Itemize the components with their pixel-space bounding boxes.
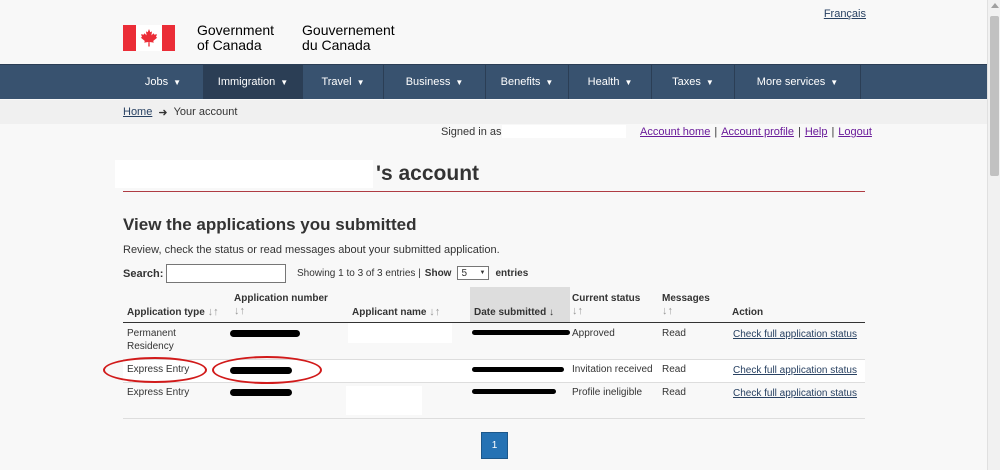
language-toggle-link[interactable]: Français [824,8,866,20]
chevron-down-icon: ▼ [173,77,182,87]
page-size-select[interactable]: 5 ▼ [457,266,490,280]
cell-messages: Read [662,387,686,398]
cell-messages: Read [662,364,686,375]
breadcrumb-current: Your account [173,106,238,118]
check-status-link[interactable]: Check full application status [733,365,857,376]
cell-action: Check full application status [733,328,857,341]
redacted-applicant-name [348,323,452,343]
main-menu: Jobs ▼ Immigration ▼ Travel ▼ Business ▼ Ben… [0,64,987,99]
redacted-account-name [115,160,373,188]
cell-messages: Read [662,328,686,339]
redacted-date [472,367,564,372]
section-description: Review, check the status or read message… [123,244,500,256]
signed-in-label: Signed in as [441,126,502,138]
vertical-scrollbar[interactable] [987,0,1000,470]
redacted-username [502,125,626,138]
chevron-down-icon: ▼ [356,77,365,87]
annotation-oval-type [103,357,207,383]
col-header-messages[interactable]: Messages ↓↑ [662,292,710,318]
entries-label: entries [495,267,529,279]
menu-item-benefits[interactable]: Benefits ▼ [486,65,569,99]
menu-item-health[interactable]: Health ▼ [569,65,652,99]
account-profile-link[interactable]: Account profile [721,126,794,138]
page-title: 's account [376,162,480,185]
cell-status: Invitation received [572,364,653,375]
redacted-application-number [230,330,300,337]
entries-count-text: Showing 1 to 3 of 3 entries | [297,267,421,279]
wordmark-french: Gouvernement du Canada [302,22,395,53]
chevron-down-icon: ▼ [545,77,554,87]
check-status-link[interactable]: Check full application status [733,329,857,340]
chevron-down-icon: ▼ [479,270,486,276]
pagination-page-1[interactable]: 1 [481,432,508,459]
help-link[interactable]: Help [805,126,828,138]
cell-application-type: Permanent Residency [127,328,176,352]
sort-icon: ↓↑ [662,305,673,317]
cell-status: Approved [572,328,615,339]
cell-status: Profile ineligible [572,387,643,398]
section-heading: View the applications you submitted [123,215,417,234]
sort-icon: ↓↑ [572,305,583,317]
logout-link[interactable]: Logout [838,126,872,138]
col-header-application-type[interactable]: Application type ↓↑ [127,306,219,319]
search-input[interactable] [166,264,286,283]
col-header-applicant-name[interactable]: Applicant name ↓↑ [352,306,440,319]
redacted-applicant-name [346,386,422,415]
maple-leaf-icon [140,29,158,47]
account-home-link[interactable]: Account home [640,126,710,138]
sort-icon: ↓↑ [429,306,441,318]
scrollbar-thumb[interactable] [990,16,999,176]
menu-item-jobs[interactable]: Jobs ▼ [123,65,204,99]
chevron-down-icon: ▼ [830,77,839,87]
cell-application-type: Express Entry [127,387,190,398]
cell-action: Check full application status [733,387,857,400]
arrow-right-icon: ➜ [158,107,168,119]
chevron-down-icon: ▼ [624,77,633,87]
cell-action: Check full application status [733,364,857,377]
menu-item-business[interactable]: Business ▼ [384,65,486,99]
redacted-application-number [230,389,292,396]
sort-icon: ↓↑ [207,306,219,318]
menu-item-travel[interactable]: Travel ▼ [303,65,384,99]
chevron-down-icon: ▼ [280,77,289,87]
account-links: Account home | Account profile | Help | … [640,126,872,138]
menu-item-more-services[interactable]: More services ▼ [735,65,861,99]
col-header-action: Action [732,307,764,318]
redacted-date [472,330,570,335]
search-label: Search: [123,268,164,280]
canada-flag-icon [123,25,175,51]
wordmark-english: Government of Canada [197,22,275,53]
col-header-application-number[interactable]: Application number ↓↑ [234,292,328,318]
show-label: Show [424,267,452,279]
breadcrumb: Home ➜ Your account [0,100,987,124]
menu-item-taxes[interactable]: Taxes ▼ [652,65,735,99]
col-header-current-status[interactable]: Current status ↓↑ [572,292,640,318]
gov-canada-signature[interactable]: Government of Canada Gouvernement du Can… [123,23,423,53]
menu-item-immigration[interactable]: Immigration ▼ [204,65,303,99]
sort-descending-icon: ↓ [549,307,555,318]
annotation-oval-number [212,356,322,384]
scroll-up-icon[interactable] [991,3,999,8]
table-info: Showing 1 to 3 of 3 entries | Show 5 ▼ e… [297,266,532,280]
chevron-down-icon: ▼ [705,77,714,87]
chevron-down-icon: ▼ [455,77,464,87]
check-status-link[interactable]: Check full application status [733,388,857,399]
col-header-date-submitted[interactable]: Date submitted ↓ [474,306,554,319]
breadcrumb-home-link[interactable]: Home [123,106,152,119]
title-rule [123,191,865,192]
sort-icon: ↓↑ [234,305,245,317]
wordmark: Government of Canada Gouvernement du Can… [197,23,423,53]
redacted-date [472,389,556,394]
